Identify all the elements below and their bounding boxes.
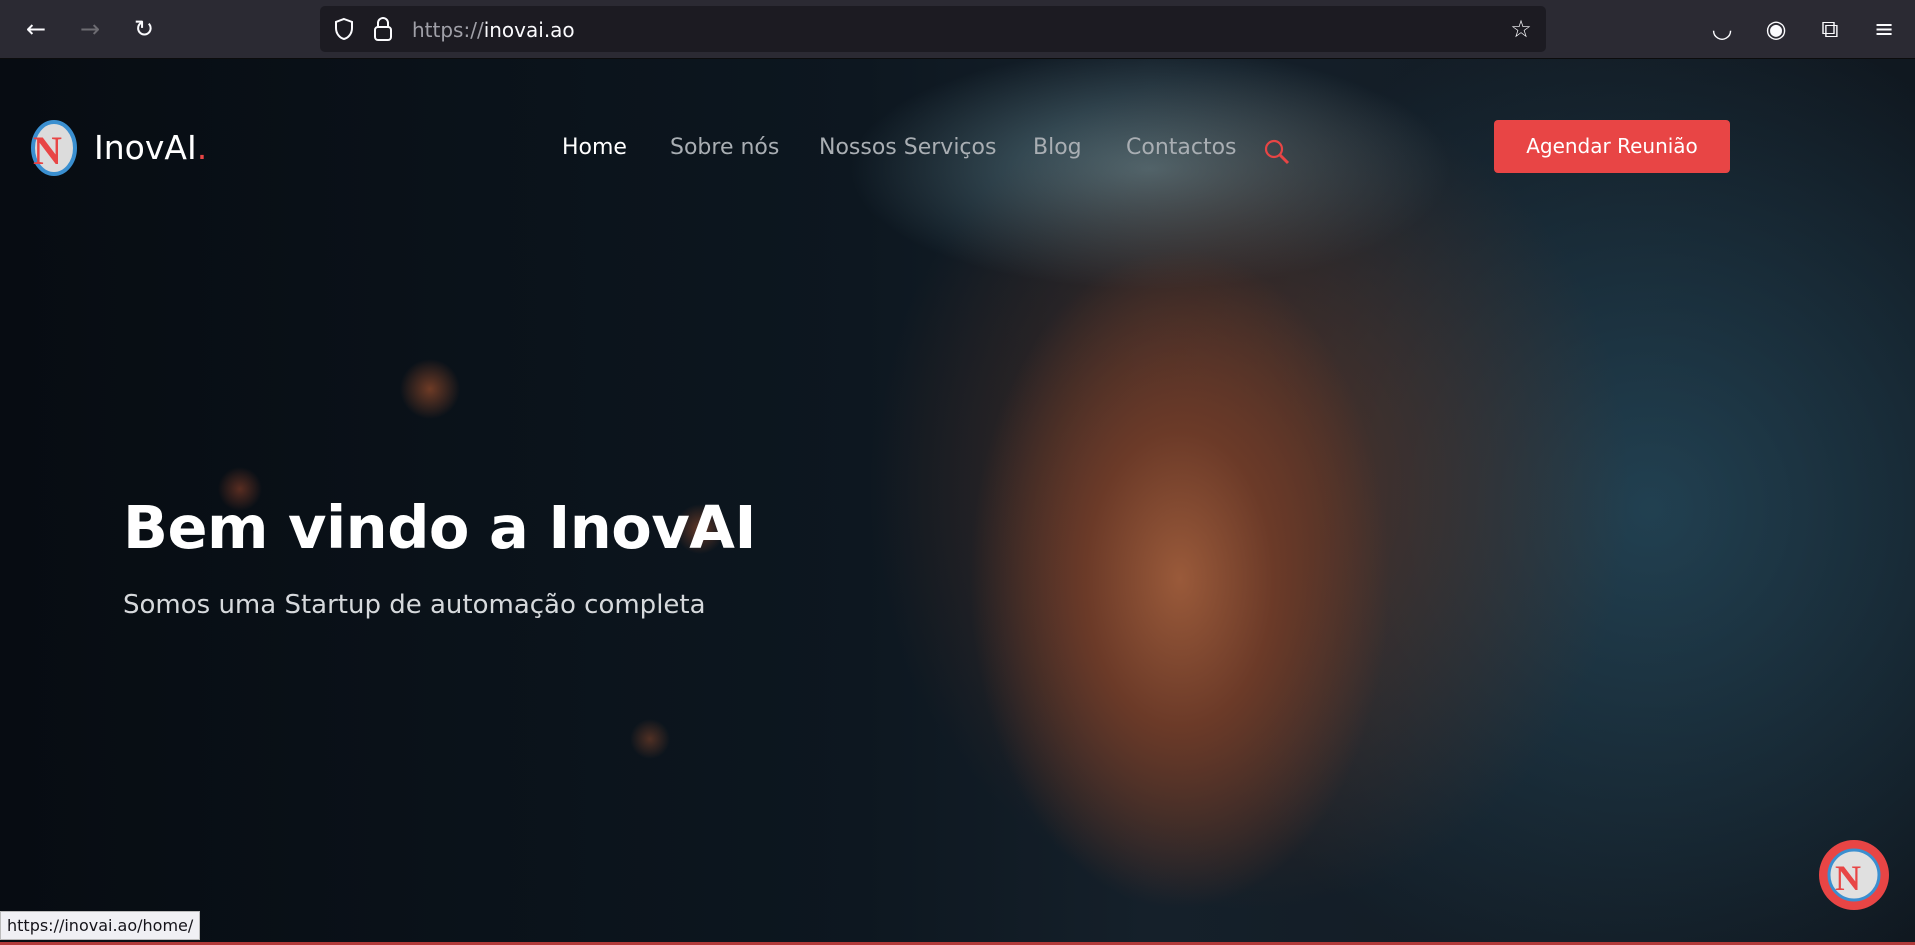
forward-icon[interactable]: → <box>75 14 105 44</box>
nav-sobre-nos[interactable]: Sobre nós <box>670 135 779 160</box>
shield-icon[interactable] <box>332 17 356 41</box>
back-icon[interactable]: ← <box>21 14 51 44</box>
hero-subtitle: Somos uma Startup de automação completa <box>123 590 706 620</box>
brand-name[interactable]: InovAI. <box>94 128 207 167</box>
search-icon[interactable] <box>1264 139 1290 165</box>
inovai-logo[interactable]: N <box>27 120 77 176</box>
url-bar[interactable]: https://inovai.ao ☆ <box>320 6 1546 52</box>
browser-toolbar: ← → ↻ https://inovai.ao ☆ ◡ ◉ ⧉ ≡ <box>0 0 1915 59</box>
account-icon[interactable]: ◉ <box>1761 14 1791 44</box>
url-text[interactable]: https://inovai.ao <box>412 18 575 42</box>
nav-home[interactable]: Home <box>562 135 627 160</box>
svg-text:N: N <box>33 128 62 173</box>
extensions-icon[interactable]: ⧉ <box>1815 14 1845 44</box>
status-bar-url: https://inovai.ao/home/ <box>0 911 201 940</box>
menu-icon[interactable]: ≡ <box>1869 14 1899 44</box>
reload-icon[interactable]: ↻ <box>129 14 159 44</box>
nav-contactos[interactable]: Contactos <box>1126 135 1237 160</box>
chat-widget-icon[interactable]: N <box>1819 840 1889 910</box>
lock-icon[interactable] <box>372 16 394 42</box>
svg-text:N: N <box>1835 858 1861 898</box>
nav-blog[interactable]: Blog <box>1033 135 1082 160</box>
agendar-reuniao-button[interactable]: Agendar Reunião <box>1494 120 1730 173</box>
hero-title: Bem vindo a InovAI <box>123 493 756 562</box>
pocket-icon[interactable]: ◡ <box>1707 14 1737 44</box>
nav-nossos-servicos[interactable]: Nossos Serviços <box>819 135 996 160</box>
bookmark-star-icon[interactable]: ☆ <box>1506 14 1536 44</box>
